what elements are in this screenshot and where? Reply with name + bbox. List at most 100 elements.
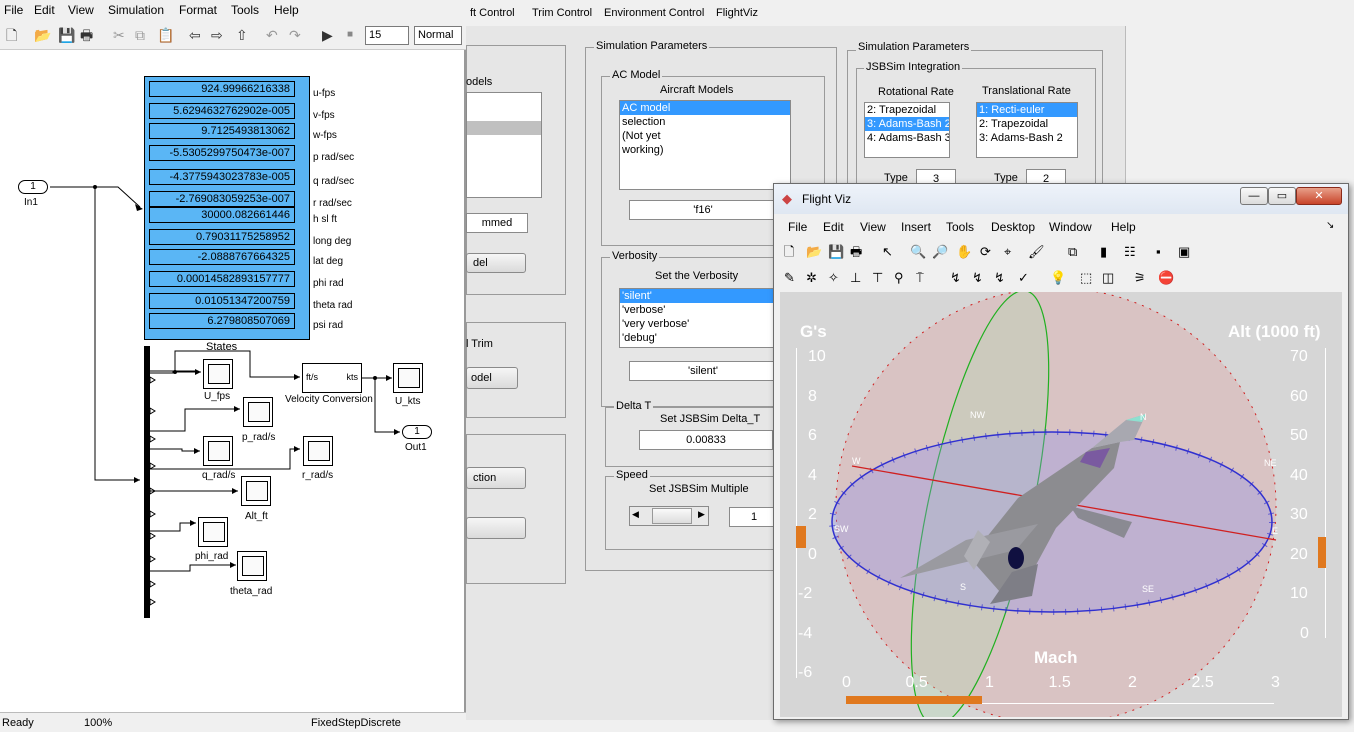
sim-time-input[interactable]: 15 xyxy=(365,26,409,45)
fv-colorbar-icon[interactable]: ▮ xyxy=(1100,244,1107,260)
forward-icon[interactable]: ⇨ xyxy=(211,27,223,43)
scope-r-rad[interactable] xyxy=(303,436,333,466)
fv-zoom-in-icon[interactable]: 🔍 xyxy=(910,244,926,260)
scope-u-kts[interactable] xyxy=(393,363,423,393)
rotational-rate-listbox[interactable]: 2: Trapezoidal 3: Adams-Bash 2 4: Adams-Ba… xyxy=(864,102,950,158)
fv-select-icon[interactable]: ✎ xyxy=(784,270,795,286)
fv-pan-icon[interactable]: ✋ xyxy=(956,244,972,260)
scope-theta[interactable] xyxy=(237,551,267,581)
fv-perspective-icon[interactable]: ◫ xyxy=(1102,270,1114,286)
verbosity-listbox[interactable]: 'silent''verbose''very verbose''debug' xyxy=(619,288,791,348)
fv-ortho-icon[interactable]: ⬚ xyxy=(1080,270,1092,286)
open-folder-icon[interactable]: 📂 xyxy=(34,27,51,43)
aircraft-model-item[interactable]: AC model xyxy=(620,101,790,115)
verbosity-item[interactable]: 'very verbose' xyxy=(620,317,790,331)
fv-orbit-icon[interactable]: ✲ xyxy=(806,270,817,286)
translational-rate-item[interactable]: 1: Recti-euler xyxy=(977,103,1077,117)
new-file-icon[interactable]: 🗋 xyxy=(6,27,17,43)
velocity-conversion-block[interactable]: ft/s kts xyxy=(302,363,362,393)
cut-icon[interactable]: ✂ xyxy=(113,27,125,43)
fv-axis-x-icon[interactable]: ↯ xyxy=(950,270,961,286)
play-icon[interactable]: ▶ xyxy=(322,27,333,43)
rotational-rate-item[interactable]: 4: Adams-Bash 3 xyxy=(865,131,949,145)
print-icon[interactable]: 🖶 xyxy=(80,27,93,43)
slider-thumb[interactable] xyxy=(652,508,692,524)
verbosity-item[interactable]: 'verbose' xyxy=(620,303,790,317)
fv-legend-icon[interactable]: ☷ xyxy=(1124,244,1136,260)
aircraft-model-item[interactable]: (Not yet xyxy=(620,129,790,143)
fv-show-tools-icon[interactable]: ▣ xyxy=(1178,244,1190,260)
dock-arrow-icon[interactable]: ↘ xyxy=(1326,220,1334,231)
menu-view[interactable]: View xyxy=(68,3,94,17)
model-button-1[interactable]: del xyxy=(466,253,526,273)
aircraft-models-listbox[interactable]: AC model selection (Not yet working) xyxy=(619,100,791,190)
aircraft-model-item[interactable]: working) xyxy=(620,143,790,157)
menu-edit[interactable]: Edit xyxy=(34,3,55,17)
fv-zoom-camera-icon[interactable]: ⚲ xyxy=(894,270,904,286)
verbosity-item[interactable]: 'silent' xyxy=(620,289,790,303)
fv-axis-z-icon[interactable]: ↯ xyxy=(994,270,1005,286)
paste-icon[interactable]: 📋 xyxy=(157,27,174,43)
fv-menu-file[interactable]: File xyxy=(788,220,807,234)
fv-menu-tools[interactable]: Tools xyxy=(946,220,974,234)
fv-light-orbit-icon[interactable]: ✧ xyxy=(828,270,839,286)
stop-icon[interactable]: ■ xyxy=(347,27,353,43)
fv-move-camera-icon[interactable]: ⊤ xyxy=(872,270,883,286)
fv-menu-desktop[interactable]: Desktop xyxy=(991,220,1035,234)
speed-field[interactable]: 1 xyxy=(729,507,779,527)
close-button[interactable]: ✕ xyxy=(1296,187,1342,205)
slider-right-arrow-icon[interactable]: ▶ xyxy=(698,509,705,520)
menu-flight-control[interactable]: ft Control xyxy=(470,7,515,19)
save-icon[interactable]: 💾 xyxy=(58,27,75,43)
fv-menu-window[interactable]: Window xyxy=(1049,220,1092,234)
sim-mode-select[interactable]: Normal xyxy=(414,26,462,45)
display-block[interactable]: 924.99966216338 5.6294632762902e-005 9.712… xyxy=(144,76,310,340)
scope-p-rad[interactable] xyxy=(243,397,273,427)
flightviz-canvas[interactable]: G's Alt (1000 ft) Mach 10 8 6 4 2 0 -2 -4 -6 70 60… xyxy=(780,292,1342,717)
scope-phi[interactable] xyxy=(198,517,228,547)
rotational-rate-item[interactable]: 3: Adams-Bash 2 xyxy=(865,117,949,131)
model-button-2[interactable]: odel xyxy=(466,367,518,389)
fv-save-icon[interactable]: 💾 xyxy=(828,244,844,260)
action-button[interactable]: ction xyxy=(466,467,526,489)
translational-rate-listbox[interactable]: 1: Recti-euler 2: Trapezoidal 3: Adams-Bas… xyxy=(976,102,1078,158)
verbosity-item[interactable]: 'debug' xyxy=(620,331,790,345)
undo-icon[interactable]: ↶ xyxy=(266,27,278,43)
up-icon[interactable]: ⇧ xyxy=(236,27,248,43)
fv-no-axis-icon[interactable]: ✓ xyxy=(1018,270,1029,286)
minimize-button[interactable]: — xyxy=(1240,187,1268,205)
copy-icon[interactable]: ⧉ xyxy=(135,27,145,43)
menu-format[interactable]: Format xyxy=(179,3,217,17)
menu-file[interactable]: File xyxy=(4,3,23,17)
maximize-button[interactable]: ▭ xyxy=(1268,187,1296,205)
fv-link-icon[interactable]: ⧉ xyxy=(1068,244,1077,260)
models-listbox[interactable] xyxy=(466,92,542,198)
delta-t-field[interactable]: 0.00833 xyxy=(639,430,773,450)
fv-walk-icon[interactable]: ⍑ xyxy=(916,270,924,286)
rotational-rate-item[interactable]: 2: Trapezoidal xyxy=(865,103,949,117)
menu-flightviz[interactable]: FlightViz xyxy=(716,7,758,19)
inport-block[interactable]: 1 xyxy=(18,180,48,194)
fv-brush-icon[interactable]: 🖌 xyxy=(1028,244,1045,260)
translational-rate-item[interactable]: 2: Trapezoidal xyxy=(977,117,1077,131)
menu-tools[interactable]: Tools xyxy=(231,3,259,17)
fv-stop-icon[interactable]: ⛔ xyxy=(1158,270,1174,286)
slider-left-arrow-icon[interactable]: ◀ xyxy=(632,509,639,520)
fv-rotate-icon[interactable]: ⟳ xyxy=(980,244,991,260)
fv-hide-tools-icon[interactable]: ▪ xyxy=(1156,244,1161,260)
fv-menu-help[interactable]: Help xyxy=(1111,220,1136,234)
speed-slider[interactable]: ◀ ▶ xyxy=(629,506,709,526)
trimmed-field[interactable]: mmed xyxy=(466,213,528,233)
fv-menu-insert[interactable]: Insert xyxy=(901,220,931,234)
fv-new-icon[interactable]: 🗋 xyxy=(784,244,794,260)
outport-block[interactable]: 1 xyxy=(402,425,432,439)
aircraft-model-item[interactable]: selection xyxy=(620,115,790,129)
redo-icon[interactable]: ↷ xyxy=(289,27,301,43)
scope-u-fps[interactable] xyxy=(203,359,233,389)
fv-menu-edit[interactable]: Edit xyxy=(823,220,844,234)
fv-zoom-out-icon[interactable]: 🔎 xyxy=(932,244,948,260)
fv-reset-icon[interactable]: ⚞ xyxy=(1134,270,1146,286)
menu-trim-control[interactable]: Trim Control xyxy=(532,7,592,19)
scope-alt[interactable] xyxy=(241,476,271,506)
fv-pointer-icon[interactable]: ↖ xyxy=(882,244,893,260)
